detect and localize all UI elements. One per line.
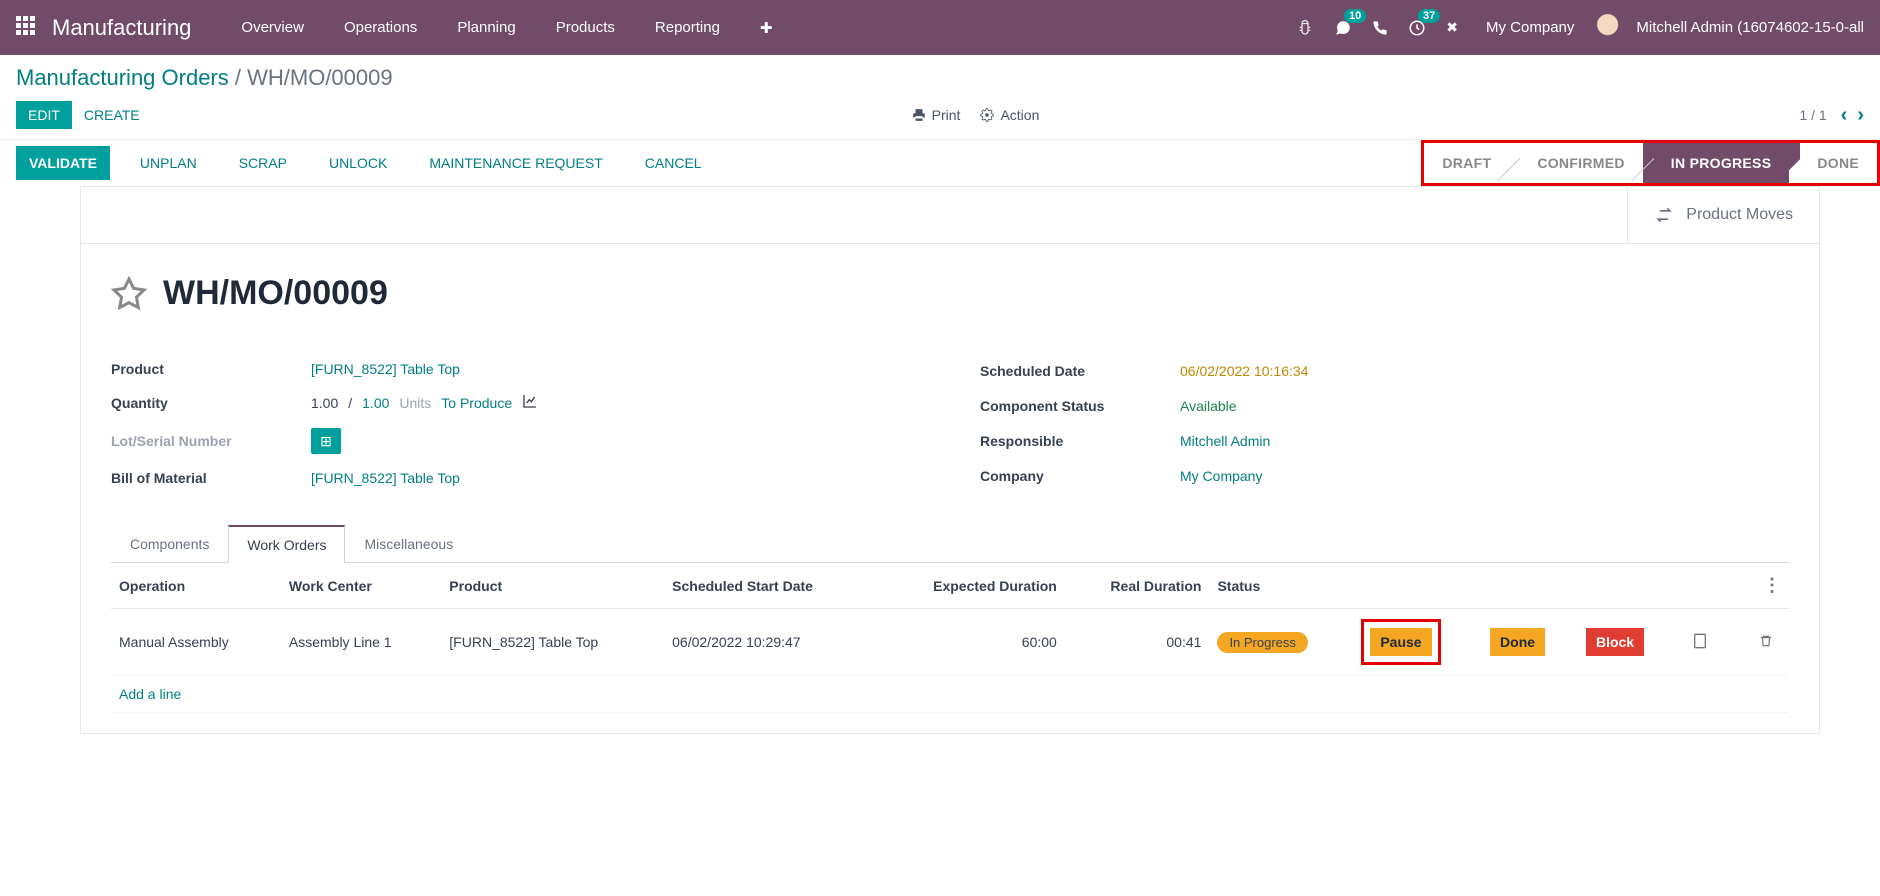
systray: 10 37 ✖ My Company Mitchell Admin (16074…	[1296, 11, 1864, 45]
quantity-a: 1.00	[311, 395, 338, 411]
row-operation: Manual Assembly	[111, 609, 281, 676]
tab-work-orders[interactable]: Work Orders	[228, 525, 345, 563]
done-button[interactable]: Done	[1490, 628, 1545, 656]
main-menu: Overview Operations Planning Products Re…	[221, 1, 792, 55]
row-expected: 60:00	[876, 609, 1065, 676]
step-done[interactable]: DONE	[1789, 143, 1877, 183]
apps-icon[interactable]	[16, 16, 40, 40]
edit-button[interactable]: EDIT	[16, 101, 72, 129]
table-row[interactable]: Manual Assembly Assembly Line 1 [FURN_85…	[111, 609, 1789, 676]
lot-label: Lot/Serial Number	[111, 420, 311, 462]
component-status-label: Component Status	[980, 388, 1180, 423]
messages-badge: 10	[1344, 9, 1366, 23]
row-product: [FURN_8522] Table Top	[441, 609, 664, 676]
row-sched: 06/02/2022 10:29:47	[664, 609, 876, 676]
quantity-b[interactable]: 1.00	[362, 395, 389, 411]
breadcrumb-current: WH/MO/00009	[247, 65, 393, 90]
activities-icon[interactable]: 37	[1408, 19, 1426, 37]
menu-reporting[interactable]: Reporting	[635, 1, 740, 55]
record-card: Product Moves WH/MO/00009 Product [FURN_…	[80, 186, 1820, 734]
component-status-value: Available	[1180, 388, 1789, 423]
col-sched: Scheduled Start Date	[664, 563, 876, 609]
scrap-button[interactable]: SCRAP	[227, 149, 299, 177]
validate-button[interactable]: VALIDATE	[16, 146, 110, 180]
breadcrumb-parent[interactable]: Manufacturing Orders	[16, 65, 229, 90]
quantity-uom: Units	[399, 395, 431, 411]
col-work-center: Work Center	[281, 563, 441, 609]
bom-label: Bill of Material	[111, 462, 311, 494]
pause-button[interactable]: Pause	[1370, 628, 1431, 656]
col-status: Status	[1209, 563, 1353, 609]
action-button[interactable]: Action	[980, 107, 1039, 123]
messages-icon[interactable]: 10	[1334, 19, 1352, 37]
bug-icon[interactable]	[1296, 19, 1314, 37]
work-order-table: Operation Work Center Product Scheduled …	[111, 563, 1789, 713]
activities-badge: 37	[1418, 9, 1440, 23]
forecast-icon[interactable]	[522, 393, 538, 412]
responsible-value[interactable]: Mitchell Admin	[1180, 424, 1789, 459]
col-product: Product	[441, 563, 664, 609]
delete-row-icon[interactable]	[1743, 609, 1789, 676]
col-expected: Expected Duration	[876, 563, 1065, 609]
step-inprogress[interactable]: IN PROGRESS	[1643, 143, 1790, 183]
username: Mitchell Admin (16074602-15-0-all	[1636, 19, 1864, 36]
tablet-icon[interactable]	[1678, 609, 1721, 676]
product-moves-button[interactable]: Product Moves	[1627, 187, 1819, 243]
app-brand[interactable]: Manufacturing	[52, 15, 191, 41]
add-line-button[interactable]: Add a line	[111, 676, 1789, 713]
step-draft[interactable]: DRAFT	[1424, 143, 1509, 183]
company-label: Company	[980, 459, 1180, 494]
pager-next-icon[interactable]: ›	[1857, 104, 1864, 127]
product-value[interactable]: [FURN_8522] Table Top	[311, 353, 920, 385]
col-operation: Operation	[111, 563, 281, 609]
quantity-label: Quantity	[111, 385, 311, 420]
page-header: Manufacturing Orders / WH/MO/00009 EDIT …	[0, 55, 1880, 129]
top-navbar: Manufacturing Overview Operations Planni…	[0, 0, 1880, 55]
menu-products[interactable]: Products	[536, 1, 635, 55]
step-confirmed[interactable]: CONFIRMED	[1509, 143, 1642, 183]
avatar	[1594, 11, 1628, 45]
col-real: Real Duration	[1065, 563, 1210, 609]
pager-text: 1 / 1	[1799, 107, 1826, 123]
notebook-tabs: Components Work Orders Miscellaneous	[111, 524, 1789, 563]
maintenance-button[interactable]: MAINTENANCE REQUEST	[417, 149, 614, 177]
phone-icon[interactable]	[1372, 20, 1388, 36]
company-value[interactable]: My Company	[1180, 459, 1789, 494]
tools-icon[interactable]: ✖	[1446, 19, 1458, 36]
print-button[interactable]: Print	[912, 107, 961, 123]
row-work-center: Assembly Line 1	[281, 609, 441, 676]
menu-operations[interactable]: Operations	[324, 1, 437, 55]
columns-kebab-icon[interactable]: ⋮	[1763, 575, 1781, 595]
menu-planning[interactable]: Planning	[437, 1, 535, 55]
record-title: WH/MO/00009	[163, 274, 388, 313]
scheduled-label: Scheduled Date	[980, 353, 1180, 388]
status-bar: VALIDATE UNPLAN SCRAP UNLOCK MAINTENANCE…	[0, 139, 1880, 186]
create-button[interactable]: CREATE	[72, 101, 152, 129]
tab-components[interactable]: Components	[111, 525, 228, 563]
menu-overview[interactable]: Overview	[221, 1, 324, 55]
row-real: 00:41	[1065, 609, 1210, 676]
cancel-button[interactable]: CANCEL	[633, 149, 714, 177]
product-label: Product	[111, 353, 311, 385]
bom-value[interactable]: [FURN_8522] Table Top	[311, 462, 920, 494]
scheduled-value: 06/02/2022 10:16:34	[1180, 353, 1789, 388]
unlock-button[interactable]: UNLOCK	[317, 149, 399, 177]
company-switcher[interactable]: My Company	[1486, 19, 1574, 36]
pause-highlight: Pause	[1361, 619, 1440, 665]
status-steps: DRAFT CONFIRMED IN PROGRESS DONE	[1421, 140, 1880, 186]
row-status: In Progress	[1217, 632, 1307, 653]
menu-add-icon[interactable]: ✚	[740, 1, 793, 55]
user-menu[interactable]: Mitchell Admin (16074602-15-0-all	[1594, 11, 1864, 45]
tab-miscellaneous[interactable]: Miscellaneous	[345, 525, 472, 563]
star-icon[interactable]	[111, 276, 147, 312]
lot-grid-button[interactable]: ⊞	[311, 428, 341, 454]
unplan-button[interactable]: UNPLAN	[128, 149, 209, 177]
responsible-label: Responsible	[980, 424, 1180, 459]
pager-prev-icon[interactable]: ‹	[1841, 104, 1848, 127]
quantity-status[interactable]: To Produce	[441, 395, 512, 411]
breadcrumb: Manufacturing Orders / WH/MO/00009	[16, 65, 1864, 91]
block-button[interactable]: Block	[1586, 628, 1644, 656]
